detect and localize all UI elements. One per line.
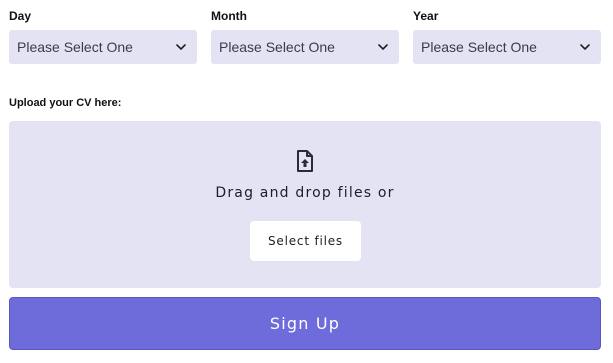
day-select[interactable]: Please Select One bbox=[9, 30, 197, 64]
year-select-value: Please Select One bbox=[421, 39, 537, 55]
year-field: Year Please Select One bbox=[413, 8, 601, 64]
year-label: Year bbox=[413, 9, 439, 23]
signup-form: Day Please Select One Month Please Selec… bbox=[0, 0, 613, 363]
month-select-value: Please Select One bbox=[219, 39, 335, 55]
file-dropzone[interactable]: Drag and drop files or Select files bbox=[9, 121, 601, 288]
month-select[interactable]: Please Select One bbox=[211, 30, 399, 64]
upload-label: Upload your CV here: bbox=[9, 97, 122, 109]
chevron-down-icon bbox=[580, 44, 590, 50]
day-field: Day Please Select One bbox=[9, 8, 197, 64]
month-label: Month bbox=[211, 9, 247, 23]
day-select-value: Please Select One bbox=[17, 39, 133, 55]
drop-instructions: Drag and drop files or bbox=[215, 185, 395, 201]
chevron-down-icon bbox=[378, 44, 388, 50]
select-files-button[interactable]: Select files bbox=[250, 221, 361, 261]
year-select[interactable]: Please Select One bbox=[413, 30, 601, 64]
month-field: Month Please Select One bbox=[211, 8, 399, 64]
day-label: Day bbox=[9, 9, 32, 23]
sign-up-button[interactable]: Sign Up bbox=[9, 297, 601, 350]
file-upload-icon bbox=[297, 150, 313, 172]
chevron-down-icon bbox=[176, 44, 186, 50]
